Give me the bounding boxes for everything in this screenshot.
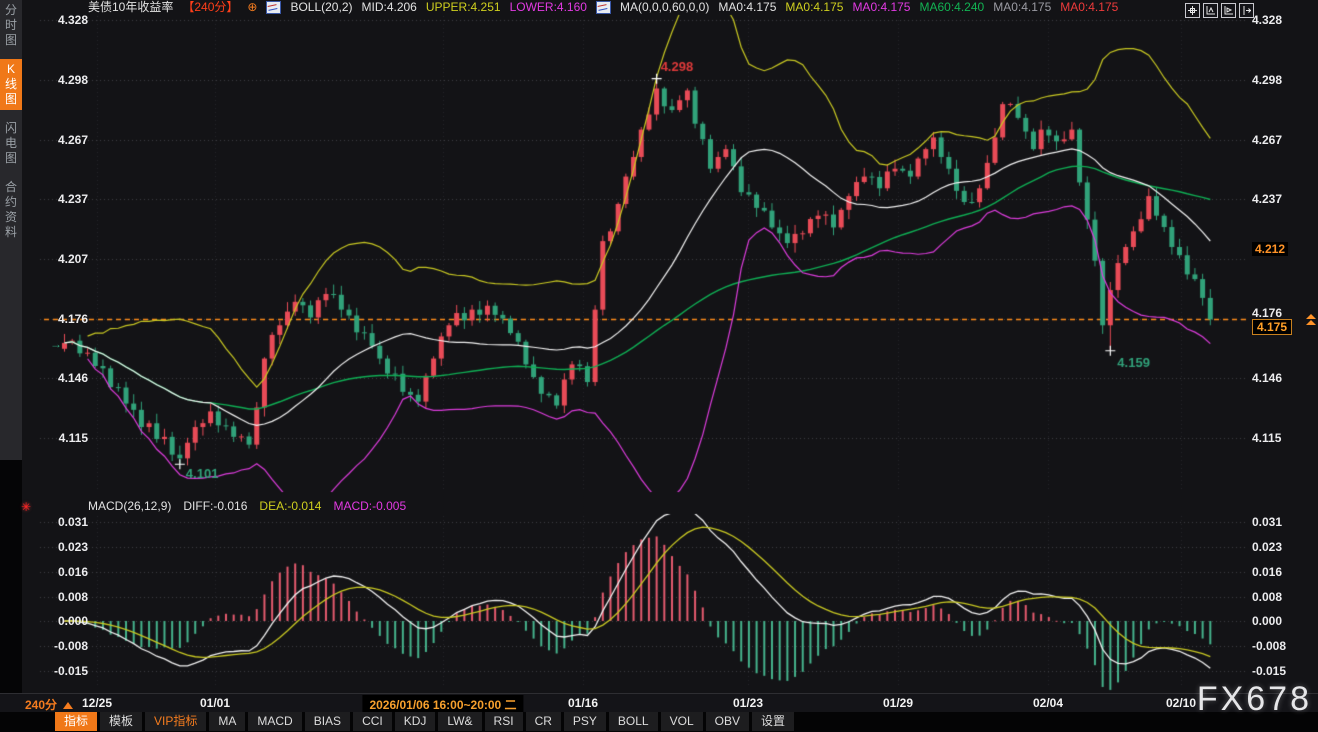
move-icon[interactable] <box>1185 3 1200 18</box>
macd-label-right--0.015: -0.015 <box>1252 664 1286 678</box>
date-tick-01-16: 01/16 <box>568 696 598 710</box>
macd-label-left-0.008: 0.008 <box>38 590 88 604</box>
settings-tab[interactable]: 设置 <box>752 712 794 731</box>
chart-window-controls <box>1185 3 1254 18</box>
macd-panel-header: MACD(26,12,9) DIFF:-0.016 DEA:-0.014 MAC… <box>88 499 406 513</box>
price-label-right-4.175: 4.175 <box>1252 319 1292 335</box>
indicator-tab-1-模板[interactable]: 模板 <box>100 712 142 731</box>
price-label-left-4.237: 4.237 <box>38 192 88 206</box>
price-label-right-4.237: 4.237 <box>1252 192 1282 206</box>
ma-value-1: MA0:4.175 <box>785 0 843 15</box>
period-selector[interactable]: 240分 <box>25 696 73 713</box>
timeframe-label[interactable]: 【240分】 <box>182 0 238 15</box>
instrument-title: 美债10年收益率 <box>88 0 173 15</box>
date-tick-02-04: 02/04 <box>1033 696 1063 710</box>
sidebar-item-2[interactable]: 闪电图 <box>0 118 22 169</box>
price-label-right-4.176: 4.176 <box>1252 306 1282 320</box>
indicator-tab-3-MA[interactable]: MA <box>209 712 245 731</box>
macd-label-left--0.008: -0.008 <box>38 639 88 653</box>
time-axis-row: 240分 2026/01/06 16:00~20:00 二 12/2501/01… <box>0 693 1318 713</box>
price-label-left-4.115: 4.115 <box>38 431 88 445</box>
ma-values: MA0:4.175 MA0:4.175 MA0:4.175 MA60:4.240 MA0… <box>718 0 1118 15</box>
macd-label-left-0.016: 0.016 <box>38 565 88 579</box>
triangle-up-icon <box>63 702 73 709</box>
date-tick-01-23: 01/23 <box>733 696 763 710</box>
candlestick-chart-canvas[interactable] <box>0 0 1318 732</box>
macd-label-left-0.000: 0.000 <box>38 614 88 628</box>
sidebar-item-0[interactable]: 分时图 <box>0 0 22 51</box>
indicator-tab-7-KDJ[interactable]: KDJ <box>395 712 436 731</box>
macd-bar-value: MACD:-0.005 <box>333 499 406 513</box>
indicator-toolbar: 指标模板VIP指标MAMACDBIASCCIKDJLW&RSICRPSYBOLL… <box>0 712 1318 732</box>
boll-indicator-icon[interactable] <box>266 1 281 14</box>
price-label-right-4.146: 4.146 <box>1252 371 1282 385</box>
indicator-tab-11-PSY[interactable]: PSY <box>564 712 606 731</box>
indicator-tab-12-BOLL[interactable]: BOLL <box>609 712 658 731</box>
macd-label-left-0.023: 0.023 <box>38 540 88 554</box>
price-label-left-4.207: 4.207 <box>38 252 88 266</box>
date-tick-01-01: 01/01 <box>200 696 230 710</box>
price-label-right-4.212: 4.212 <box>1252 242 1288 256</box>
indicator-tab-8-LW&[interactable]: LW& <box>438 712 481 731</box>
price-label-left-4.146: 4.146 <box>38 371 88 385</box>
ma-value-4: MA0:4.175 <box>993 0 1051 15</box>
ma-value-0: MA0:4.175 <box>718 0 776 15</box>
boll-lower-value: LOWER:4.160 <box>510 0 587 15</box>
macd-label-left-0.031: 0.031 <box>38 515 88 529</box>
macd-label-right-0.000: 0.000 <box>1252 614 1282 628</box>
left-edge-marker-arrow-icon: → <box>50 337 62 351</box>
price-label-left-4.267: 4.267 <box>38 133 88 147</box>
axis-scale-right-icon[interactable] <box>1221 3 1236 18</box>
sidebar-item-3[interactable]: 合约资料 <box>0 177 22 243</box>
price-label-left-4.328: 4.328 <box>38 13 88 27</box>
macd-label-right-0.031: 0.031 <box>1252 515 1282 529</box>
indicator-tab-13-VOL[interactable]: VOL <box>661 712 703 731</box>
macd-label-right-0.016: 0.016 <box>1252 565 1282 579</box>
ma-indicator-icon[interactable] <box>596 1 611 14</box>
watermark-logo: FX678 <box>1197 680 1312 719</box>
date-tick-02-10: 02/10 <box>1166 696 1196 710</box>
chart-application-window: 分时图 K线图闪电图合约资料 美债10年收益率 【240分】 ⊕ BOLL(20,… <box>0 0 1318 732</box>
macd-label-right--0.008: -0.008 <box>1252 639 1286 653</box>
ma-value-5: MA0:4.175 <box>1060 0 1118 15</box>
price-label-right-4.298: 4.298 <box>1252 73 1282 87</box>
axis-scale-left-icon[interactable] <box>1203 3 1218 18</box>
price-label-right-4.267: 4.267 <box>1252 133 1282 147</box>
macd-diff-value: DIFF:-0.016 <box>183 499 247 513</box>
price-label-right-4.328: 4.328 <box>1252 13 1282 27</box>
ma-params-label: MA(0,0,0,60,0,0) <box>620 0 709 15</box>
indicator-tab-6-CCI[interactable]: CCI <box>353 712 392 731</box>
macd-label-right-0.023: 0.023 <box>1252 540 1282 554</box>
boll-label: BOLL(20,2) <box>290 0 352 15</box>
price-alert-arrows-icon[interactable] <box>1306 314 1316 326</box>
ma-value-3: MA60:4.240 <box>919 0 984 15</box>
boll-upper-value: UPPER:4.251 <box>426 0 501 15</box>
indicator-tab-5-BIAS[interactable]: BIAS <box>305 712 350 731</box>
macd-label-right-0.008: 0.008 <box>1252 590 1282 604</box>
indicator-tab-9-RSI[interactable]: RSI <box>485 712 523 731</box>
indicator-tab-4-MACD[interactable]: MACD <box>248 712 301 731</box>
macd-label-left--0.015: -0.015 <box>38 664 88 678</box>
boll-mid-value: MID:4.206 <box>362 0 417 15</box>
collapse-right-icon[interactable] <box>1239 3 1254 18</box>
date-tick-12-25: 12/25 <box>82 696 112 710</box>
price-label-left-4.298: 4.298 <box>38 73 88 87</box>
indicator-tab-0-指标[interactable]: 指标 <box>55 712 97 731</box>
macd-dea-value: DEA:-0.014 <box>259 499 321 513</box>
indicator-tab-14-OBV[interactable]: OBV <box>706 712 749 731</box>
price-label-left-4.176: 4.176 <box>38 312 88 326</box>
date-tick-01-29: 01/29 <box>883 696 913 710</box>
indicator-tab-2-VIP指标[interactable]: VIP指标 <box>145 712 206 731</box>
sidebar-item-1[interactable]: K线图 <box>0 59 22 110</box>
ma-value-2: MA0:4.175 <box>852 0 910 15</box>
price-label-right-4.115: 4.115 <box>1252 431 1281 445</box>
left-sidebar: 分时图 K线图闪电图合约资料 <box>0 0 22 460</box>
link-icon[interactable]: ⊕ <box>247 0 257 15</box>
indicator-marker-burst-icon: ✳ <box>21 500 31 514</box>
macd-params-label: MACD(26,12,9) <box>88 499 171 513</box>
chart-header: 美债10年收益率 【240分】 ⊕ BOLL(20,2) MID:4.206 U… <box>88 0 1118 15</box>
indicator-tab-10-CR[interactable]: CR <box>526 712 561 731</box>
left-sidebar-padding <box>0 460 22 732</box>
